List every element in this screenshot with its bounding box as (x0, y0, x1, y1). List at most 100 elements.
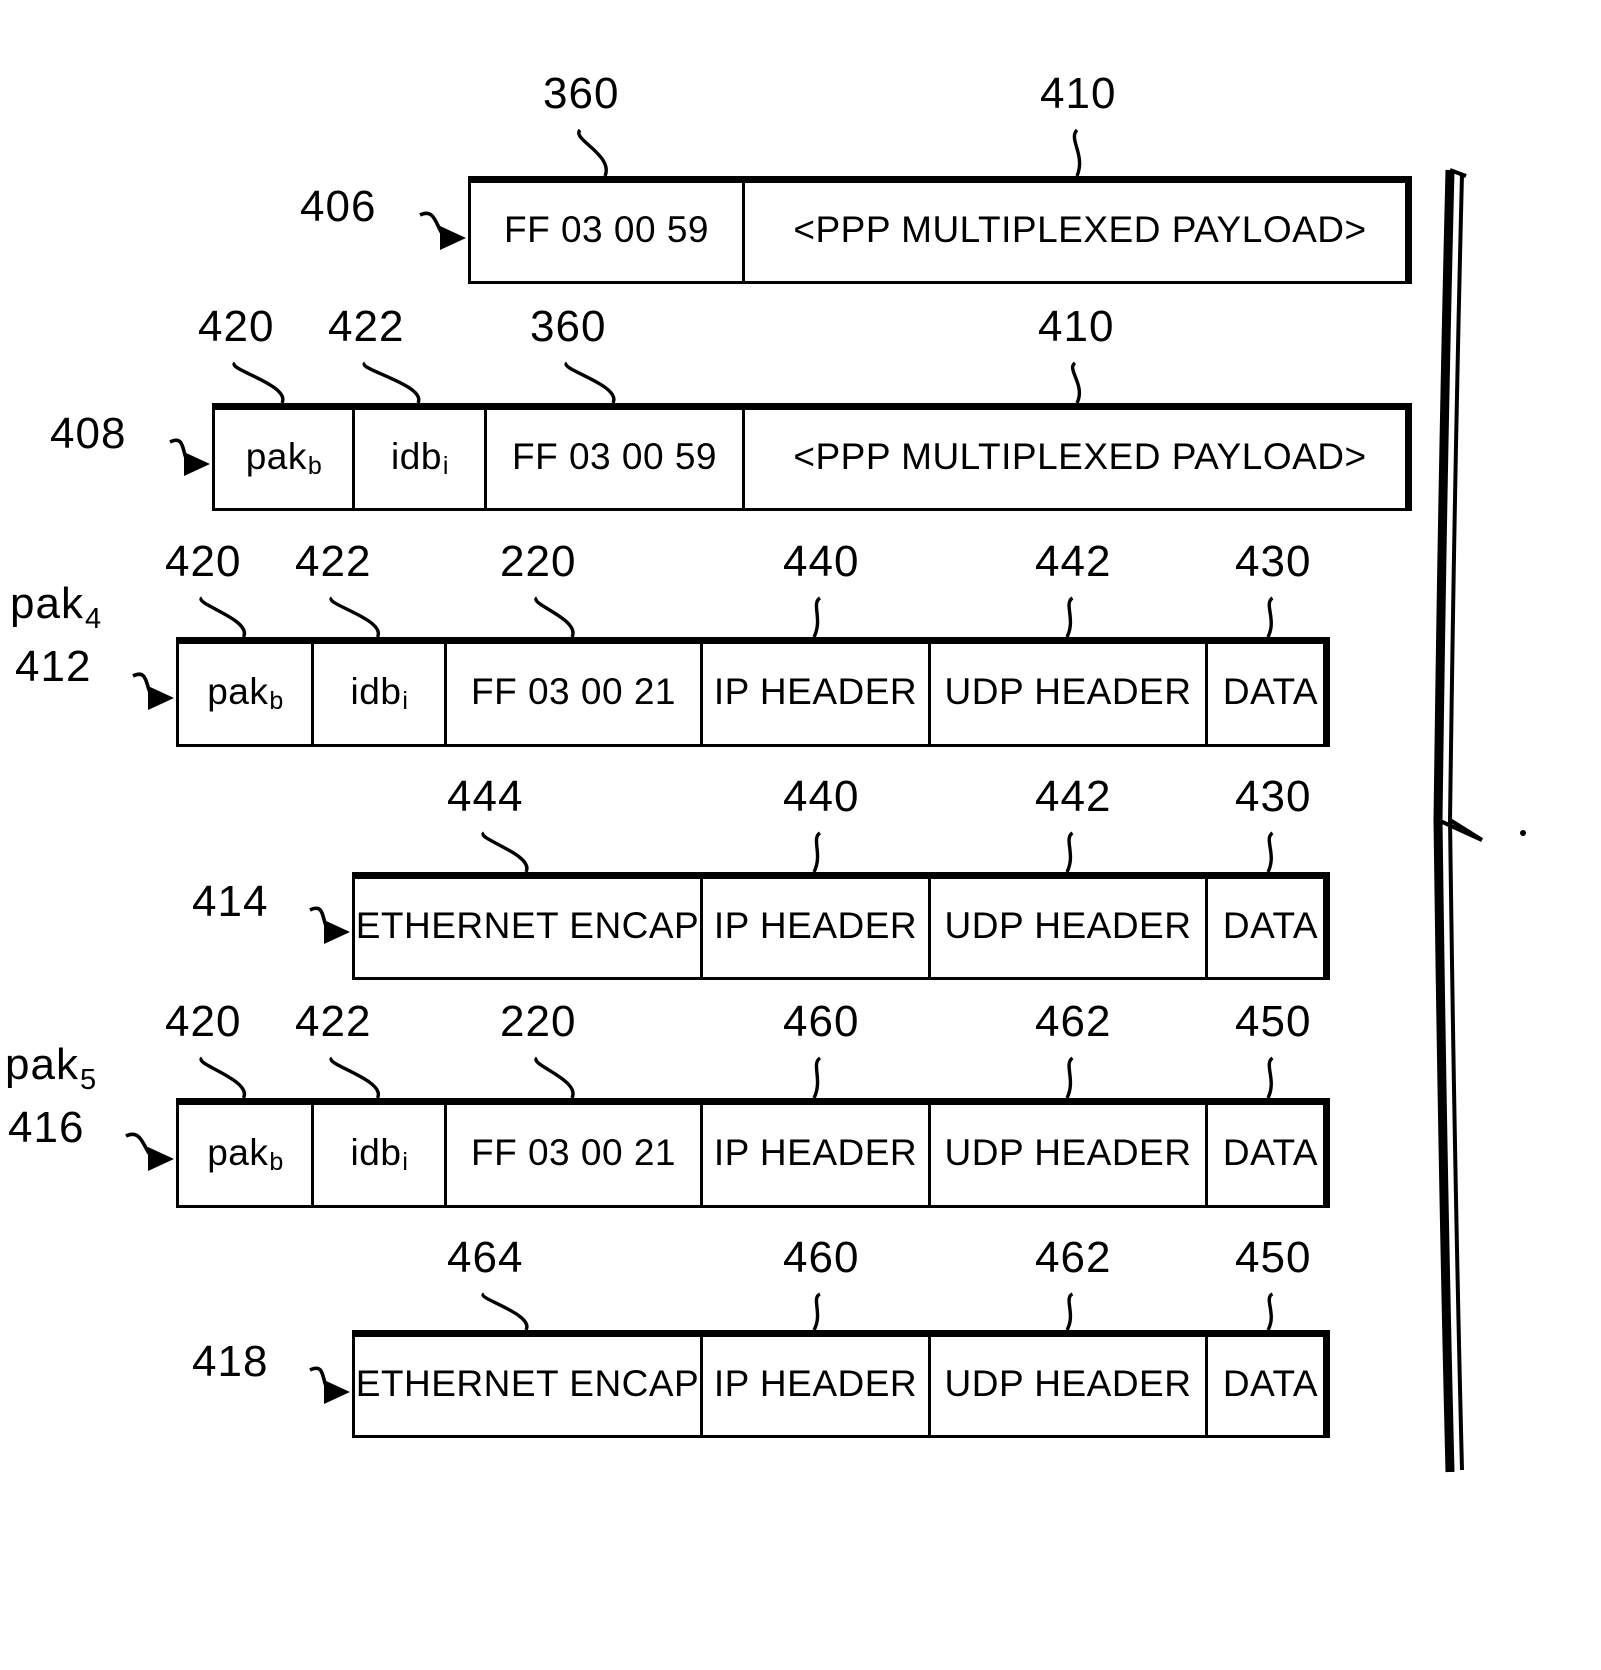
packet-field-label: FF 03 00 59 (503, 209, 709, 250)
reference-numeral-442: 442 (1035, 537, 1112, 586)
leader-line (345, 358, 438, 408)
leader-line (312, 1053, 398, 1103)
reference-numeral-410: 410 (1038, 302, 1115, 351)
leader-line (547, 358, 633, 408)
packet-field: DATA (1208, 879, 1333, 977)
packet-name-subscript: 5 (79, 1064, 98, 1096)
packet-field: FF 03 00 21 (447, 644, 703, 744)
packet-field: pak b (215, 410, 355, 508)
leader-line (1248, 593, 1293, 642)
packet-field-label: <PPP MULTIPLEXED PAYLOAD> (793, 209, 1367, 250)
packet-field: IP HEADER (703, 1337, 931, 1435)
packet-406: FF 03 00 59 <PPP MULTIPLEXED PAYLOAD> (468, 176, 1412, 284)
packet-name-text: pak (5, 1040, 79, 1089)
packet-field-subscript: b (269, 686, 284, 715)
packet-field: ETHERNET ENCAP (355, 1337, 703, 1435)
packet-field-subscript: b (269, 1147, 284, 1176)
packet-field-label: ETHERNET ENCAP (355, 1363, 700, 1404)
packet-field: <PPP MULTIPLEXED PAYLOAD> (745, 183, 1415, 281)
callout-arrow (116, 1106, 194, 1189)
ink-speck (1520, 830, 1526, 836)
leader-line (1055, 358, 1097, 408)
packet-field: idb i (314, 1105, 447, 1205)
packet-field: IP HEADER (703, 879, 931, 977)
reference-numeral-430: 430 (1235, 772, 1312, 821)
packet-field: UDP HEADER (931, 1337, 1208, 1435)
packet-field: idb i (355, 410, 487, 508)
packet-field: IP HEADER (703, 644, 931, 744)
packet-field-label: DATA (1222, 1363, 1319, 1404)
packet-field: pak b (179, 1105, 314, 1205)
packet-field-subscript: i (442, 451, 449, 480)
reference-numeral-422: 422 (295, 537, 372, 586)
callout-numeral-408: 408 (50, 409, 127, 458)
leader-line (1057, 125, 1097, 181)
leader-line (794, 1289, 840, 1335)
packet-field-label: UDP HEADER (944, 905, 1192, 946)
reference-numeral-360: 360 (543, 69, 620, 118)
leader-line (1047, 828, 1093, 877)
packet-field-label: UDP HEADER (944, 671, 1192, 712)
leader-line (464, 1289, 546, 1335)
patent-figure-canvas: FF 03 00 59 <PPP MULTIPLEXED PAYLOAD> 360 4… (0, 0, 1601, 1670)
leader-line (182, 1053, 264, 1103)
leader-line (1047, 1289, 1093, 1335)
reference-numeral-464: 464 (447, 1233, 524, 1282)
packet-field-label: UDP HEADER (944, 1363, 1192, 1404)
leader-line (464, 828, 546, 877)
leader-line (517, 593, 592, 642)
packet-field-label: idb (391, 436, 442, 477)
packet-field: idb i (314, 644, 447, 744)
packet-field-subscript: i (402, 1147, 409, 1176)
reference-numeral-422: 422 (328, 302, 405, 351)
packet-field-label: IP HEADER (713, 1132, 918, 1173)
reference-numeral-462: 462 (1035, 1233, 1112, 1282)
reference-numeral-220: 220 (500, 537, 577, 586)
callout-numeral-412: 412 (15, 642, 92, 691)
reference-numeral-422: 422 (295, 997, 372, 1046)
reference-numeral-450: 450 (1235, 997, 1312, 1046)
leader-line (215, 358, 302, 408)
leader-line (794, 593, 840, 642)
reference-numeral-460: 460 (783, 1233, 860, 1282)
packet-field-label: idb (350, 1132, 402, 1173)
packet-name-subscript: 4 (84, 603, 103, 635)
packet-field-label: <PPP MULTIPLEXED PAYLOAD> (793, 436, 1367, 477)
packet-field: DATA (1208, 1337, 1333, 1435)
reference-numeral-440: 440 (783, 772, 860, 821)
leader-line (1248, 828, 1293, 877)
packet-field-label: IP HEADER (713, 905, 918, 946)
leader-line (182, 593, 264, 642)
packet-field-label: idb (350, 671, 402, 712)
packet-field-label: DATA (1222, 671, 1319, 712)
callout-arrow (300, 880, 370, 962)
packet-field-subscript: i (402, 686, 409, 715)
packet-name-label: pak4 (10, 579, 101, 634)
packet-418: ETHERNET ENCAP IP HEADER UDP HEADER DATA (352, 1330, 1330, 1438)
packet-field-label: IP HEADER (713, 671, 918, 712)
callout-arrow (123, 646, 194, 728)
callout-arrow (160, 412, 230, 494)
packet-field-label: FF 03 00 21 (470, 1132, 676, 1173)
reference-numeral-450: 450 (1235, 1233, 1312, 1282)
packet-field: FF 03 00 59 (471, 183, 745, 281)
reference-numeral-460: 460 (783, 997, 860, 1046)
packet-414: ETHERNET ENCAP IP HEADER UDP HEADER DATA (352, 872, 1330, 980)
callout-numeral-406: 406 (300, 182, 377, 231)
packet-name-text: pak (10, 579, 84, 628)
packet-field-label: DATA (1222, 905, 1319, 946)
packet-field: pak b (179, 644, 314, 744)
leader-line (794, 1053, 840, 1103)
packet-field: UDP HEADER (931, 879, 1208, 977)
packet-field-label: FF 03 00 59 (511, 436, 717, 477)
leader-line (1047, 1053, 1093, 1103)
packet-field-subscript: b (307, 451, 323, 480)
packet-408: pak b idb i FF 03 00 59 <PPP MULTIPLEXED PAYL… (212, 403, 1412, 511)
packet-416: pak b idb i FF 03 00 21 IP HEADER UDP HEADER DA… (176, 1098, 1330, 1208)
packet-field: <PPP MULTIPLEXED PAYLOAD> (745, 410, 1415, 508)
leader-line (1248, 1053, 1293, 1103)
reference-numeral-440: 440 (783, 537, 860, 586)
packet-field: FF 03 00 21 (447, 1105, 703, 1205)
packet-field-label: DATA (1222, 1132, 1319, 1173)
leader-line (517, 1053, 592, 1103)
